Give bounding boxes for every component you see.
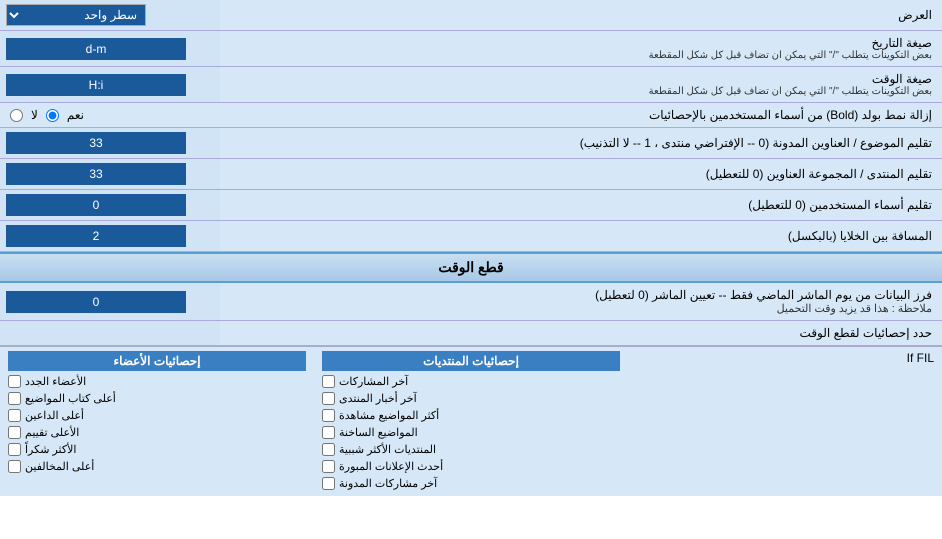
date-format-input-cell [0, 31, 220, 66]
col-forums-header: إحصائيات المنتديات [322, 351, 620, 371]
time-section-title: قطع الوقت [0, 252, 942, 283]
checkbox-label: المنتديات الأكثر شببية [339, 443, 436, 456]
checkbox-item: أكثر المواضيع مشاهدة [322, 407, 620, 424]
time-filter-input[interactable] [6, 291, 186, 313]
bold-remove-row: إزالة نمط بولد (Bold) من أسماء المستخدمي… [0, 103, 942, 128]
checkbox-item: الأعلى تقييم [8, 424, 306, 441]
time-format-row: صيغة الوقت بعض التكوينات يتطلب "/" التي … [0, 67, 942, 103]
col-members-header: إحصائيات الأعضاء [8, 351, 306, 371]
topics-order-label: تقليم الموضوع / العناوين المدونة (0 -- ا… [220, 128, 942, 158]
time-filter-label: فرز البيانات من يوم الماشر الماضي فقط --… [220, 283, 942, 320]
checkbox-item: آخر مشاركات المدونة [322, 475, 620, 492]
display-label: العرض [220, 3, 942, 27]
checkbox-label: آخر أخبار المنتدى [339, 392, 417, 405]
cell-spacing-row: المسافة بين الخلايا (بالبكسل) [0, 221, 942, 252]
checkboxes-header-right [0, 321, 220, 345]
checkbox-top-rated[interactable] [8, 426, 21, 439]
radio-yes-label: نعم [67, 108, 84, 122]
checkbox-item: آخر أخبار المنتدى [322, 390, 620, 407]
date-format-row: صيغة التاريخ بعض التكوينات يتطلب "/" الت… [0, 31, 942, 67]
checkbox-label: أعلى الداعين [25, 409, 84, 422]
time-filter-row: فرز البيانات من يوم الماشر الماضي فقط --… [0, 283, 942, 321]
line-select[interactable]: سطر واحد [6, 4, 146, 26]
topics-order-row: تقليم الموضوع / العناوين المدونة (0 -- ا… [0, 128, 942, 159]
checkbox-label: الأعضاء الجدد [25, 375, 86, 388]
checkbox-item: أعلى المخالفين [8, 458, 306, 475]
checkbox-item: المواضيع الساخنة [322, 424, 620, 441]
date-format-input[interactable] [6, 38, 186, 60]
checkbox-label: المواضيع الساخنة [339, 426, 418, 439]
radio-yes[interactable] [46, 109, 59, 122]
checkbox-most-viewed[interactable] [322, 409, 335, 422]
radio-no-label: لا [31, 108, 38, 122]
checkbox-label: الأكثر شكراً [25, 443, 76, 456]
checkbox-item: الأعضاء الجدد [8, 373, 306, 390]
checkbox-item: المنتديات الأكثر شببية [322, 441, 620, 458]
topics-order-input[interactable] [6, 132, 186, 154]
checkboxes-section: If FIL إحصائيات المنتديات آخر المشاركات … [0, 346, 942, 496]
checkboxes-header-row: حدد إحصائيات لقطع الوقت [0, 321, 942, 346]
col-forums: إحصائيات المنتديات آخر المشاركات آخر أخب… [314, 347, 628, 496]
line-select-cell[interactable]: سطر واحد [0, 0, 220, 30]
checkbox-label: آخر المشاركات [339, 375, 408, 388]
usernames-order-input-cell [0, 190, 220, 220]
time-format-label: صيغة الوقت بعض التكوينات يتطلب "/" التي … [220, 67, 942, 102]
checkbox-label: أكثر المواضيع مشاهدة [339, 409, 439, 422]
checkbox-item: أعلى كتاب المواضيع [8, 390, 306, 407]
time-format-input-cell [0, 67, 220, 102]
cell-spacing-input-cell [0, 221, 220, 251]
bold-remove-radio-cell: نعم لا [0, 103, 220, 127]
usernames-order-input[interactable] [6, 194, 186, 216]
forum-order-row: تقليم المنتدى / المجموعة العناوين (0 للت… [0, 159, 942, 190]
checkbox-item: أعلى الداعين [8, 407, 306, 424]
checkbox-announcements[interactable] [322, 460, 335, 473]
checkbox-top-violators[interactable] [8, 460, 21, 473]
checkbox-last-posts[interactable] [322, 375, 335, 388]
forum-order-input[interactable] [6, 163, 186, 185]
radio-no[interactable] [10, 109, 23, 122]
right-info-col: If FIL [628, 347, 942, 496]
checkbox-item: أحدث الإعلانات المبورة [322, 458, 620, 475]
col-members: إحصائيات الأعضاء الأعضاء الجدد أعلى كتاب… [0, 347, 314, 496]
forum-order-input-cell [0, 159, 220, 189]
display-row: العرض سطر واحد [0, 0, 942, 31]
checkbox-label: آخر مشاركات المدونة [339, 477, 437, 490]
checkbox-label: أحدث الإعلانات المبورة [339, 460, 443, 473]
checkbox-top-inviters[interactable] [8, 409, 21, 422]
time-filter-input-cell [0, 283, 220, 320]
checkbox-blog-posts[interactable] [322, 477, 335, 490]
usernames-order-label: تقليم أسماء المستخدمين (0 للتعطيل) [220, 190, 942, 220]
bold-remove-label: إزالة نمط بولد (Bold) من أسماء المستخدمي… [220, 103, 942, 127]
checkbox-label: أعلى كتاب المواضيع [25, 392, 116, 405]
cell-spacing-input[interactable] [6, 225, 186, 247]
date-format-label: صيغة التاريخ بعض التكوينات يتطلب "/" الت… [220, 31, 942, 66]
usernames-order-row: تقليم أسماء المستخدمين (0 للتعطيل) [0, 190, 942, 221]
checkbox-popular-forums[interactable] [322, 443, 335, 456]
forum-order-label: تقليم المنتدى / المجموعة العناوين (0 للت… [220, 159, 942, 189]
checkbox-news[interactable] [322, 392, 335, 405]
checkbox-item: الأكثر شكراً [8, 441, 306, 458]
checkbox-new-members[interactable] [8, 375, 21, 388]
checkboxes-header-label: حدد إحصائيات لقطع الوقت [220, 321, 942, 345]
checkbox-most-thanked[interactable] [8, 443, 21, 456]
cell-spacing-label: المسافة بين الخلايا (بالبكسل) [220, 221, 942, 251]
time-format-input[interactable] [6, 74, 186, 96]
topics-order-input-cell [0, 128, 220, 158]
checkbox-item: آخر المشاركات [322, 373, 620, 390]
checkbox-label: أعلى المخالفين [25, 460, 94, 473]
checkbox-hot-topics[interactable] [322, 426, 335, 439]
checkbox-label: الأعلى تقييم [25, 426, 79, 439]
checkbox-top-writers[interactable] [8, 392, 21, 405]
